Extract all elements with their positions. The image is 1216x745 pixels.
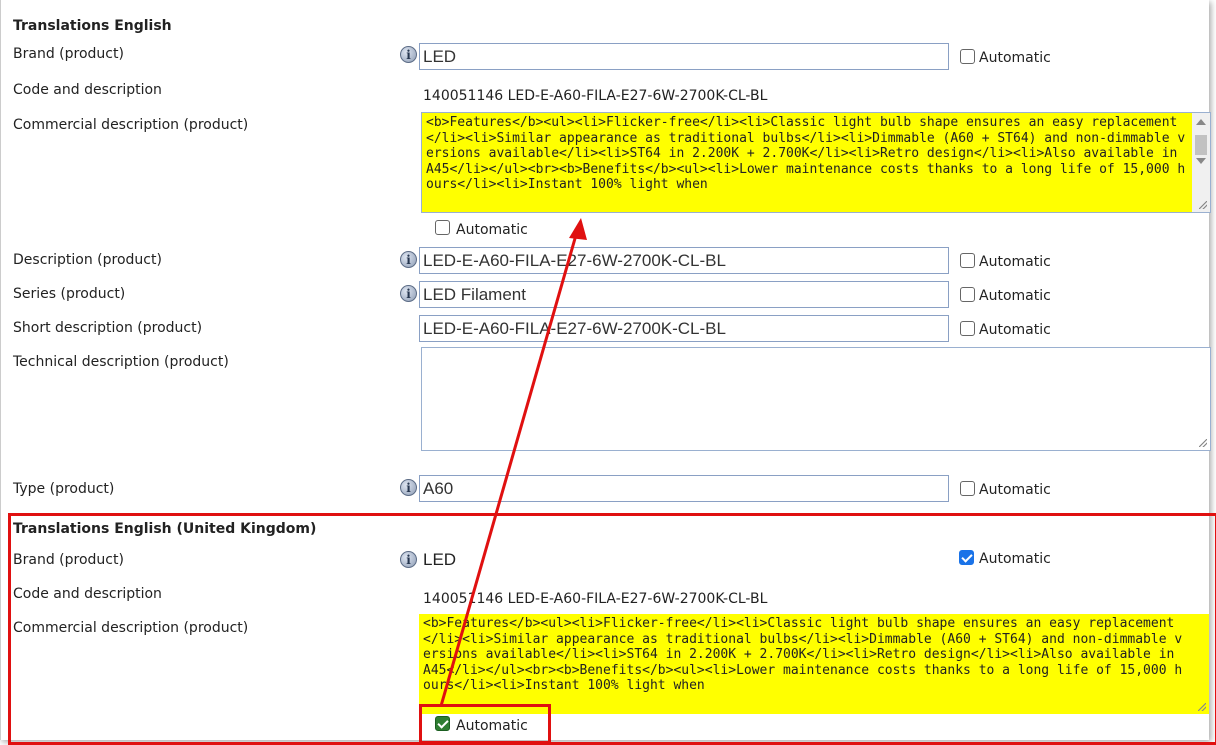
translations-panel: Translations English Brand (product) i L…	[0, 0, 1216, 745]
annotation-arrow	[439, 218, 587, 707]
annotation-arrowhead-icon	[569, 218, 587, 240]
annotation-arrow-line	[439, 227, 580, 707]
